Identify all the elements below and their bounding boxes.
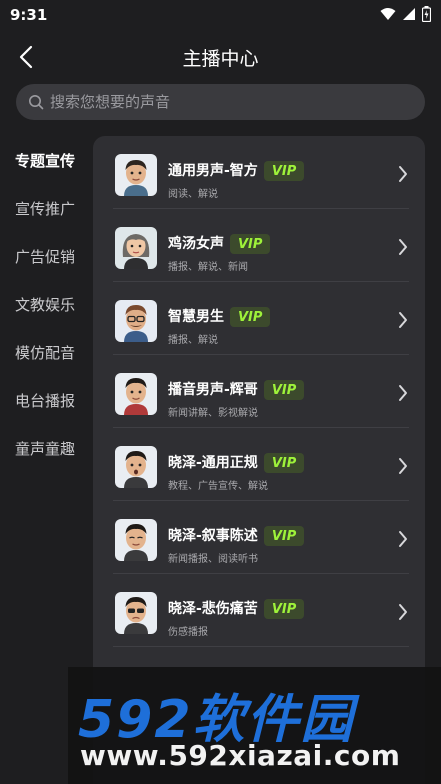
voice-item[interactable]: 播音男声-辉哥 VIP 新闻讲解、影视解说	[93, 355, 425, 428]
chevron-right-icon	[399, 239, 407, 255]
voice-item[interactable]: 通用男声-智方 VIP 阅读、解说	[93, 136, 425, 209]
sidebar-item-ads[interactable]: 广告促销	[0, 232, 92, 280]
chevron-right-icon	[399, 604, 407, 620]
avatar-woman-icon	[115, 227, 157, 269]
status-time: 9:31	[10, 6, 48, 24]
sidebar-item-radio[interactable]: 电台播报	[0, 376, 92, 424]
sidebar-item-education[interactable]: 文教娱乐	[0, 280, 92, 328]
vip-badge: VIP	[263, 161, 305, 181]
voice-name: 播音男声-辉哥 VIP	[168, 379, 305, 400]
voice-item[interactable]: 晓泽-叙事陈述 VIP 新闻播报、阅读听书	[93, 501, 425, 574]
watermark-url: www.592xiazai.com	[80, 739, 401, 772]
search-bar[interactable]	[16, 84, 425, 120]
voice-tags: 播报、解说	[168, 335, 218, 346]
wifi-icon	[380, 8, 396, 20]
voice-tags: 阅读、解说	[168, 189, 218, 200]
sidebar-item-promotion[interactable]: 宣传推广	[0, 184, 92, 232]
sidebar-item-imitation[interactable]: 模仿配音	[0, 328, 92, 376]
voice-tags: 新闻讲解、影视解说	[168, 408, 258, 419]
signal-icon	[403, 8, 415, 20]
sidebar-item-children[interactable]: 童声童趣	[0, 424, 92, 472]
vip-badge: VIP	[263, 380, 305, 400]
voice-name: 鸡汤女声 VIP	[168, 233, 271, 254]
divider	[113, 646, 409, 647]
avatar-man-icon	[115, 519, 157, 561]
voice-name: 通用男声-智方 VIP	[168, 160, 305, 181]
chevron-right-icon	[399, 531, 407, 547]
chevron-right-icon	[399, 385, 407, 401]
avatar-man-icon	[115, 373, 157, 415]
avatar-man-icon	[115, 154, 157, 196]
search-input[interactable]	[50, 93, 390, 111]
vip-badge: VIP	[263, 599, 305, 619]
chevron-right-icon	[399, 458, 407, 474]
voice-item[interactable]: 智慧男生 VIP 播报、解说	[93, 282, 425, 355]
voice-item[interactable]: 晓泽-悲伤痛苦 VIP 伤感播报	[93, 574, 425, 647]
status-bar: 9:31	[0, 0, 441, 30]
vip-badge: VIP	[263, 453, 305, 473]
status-icons	[380, 6, 431, 22]
voice-name: 晓泽-叙事陈述 VIP	[168, 525, 305, 546]
vip-badge: VIP	[263, 526, 305, 546]
voice-tags: 播报、解说、新闻	[168, 262, 248, 273]
sidebar-item-topic[interactable]: 专题宣传	[0, 136, 92, 184]
vip-badge: VIP	[230, 234, 271, 254]
category-sidebar: 专题宣传 宣传推广 广告促销 文教娱乐 模仿配音 电台播报 童声童趣	[0, 136, 92, 472]
voice-tags: 伤感播报	[168, 627, 208, 638]
search-icon	[29, 95, 44, 110]
header: 主播中心	[0, 36, 441, 80]
avatar-man-icon	[115, 446, 157, 488]
vip-badge: VIP	[230, 307, 271, 327]
voice-name: 晓泽-通用正规 VIP	[168, 452, 305, 473]
chevron-right-icon	[399, 312, 407, 328]
voice-name: 智慧男生 VIP	[168, 306, 271, 327]
voice-item[interactable]: 晓泽-通用正规 VIP 教程、广告宣传、解说	[93, 428, 425, 501]
watermark: 592软件园 www.592xiazai.com	[68, 667, 441, 784]
voice-tags: 教程、广告宣传、解说	[168, 481, 268, 492]
voice-name: 晓泽-悲伤痛苦 VIP	[168, 598, 305, 619]
avatar-man-glasses-icon	[115, 300, 157, 342]
voice-item[interactable]: 鸡汤女声 VIP 播报、解说、新闻	[93, 209, 425, 282]
page-title: 主播中心	[182, 48, 259, 70]
voice-tags: 新闻播报、阅读听书	[168, 554, 258, 565]
avatar-man-icon	[115, 592, 157, 634]
chevron-right-icon	[399, 166, 407, 182]
battery-icon	[422, 6, 431, 22]
